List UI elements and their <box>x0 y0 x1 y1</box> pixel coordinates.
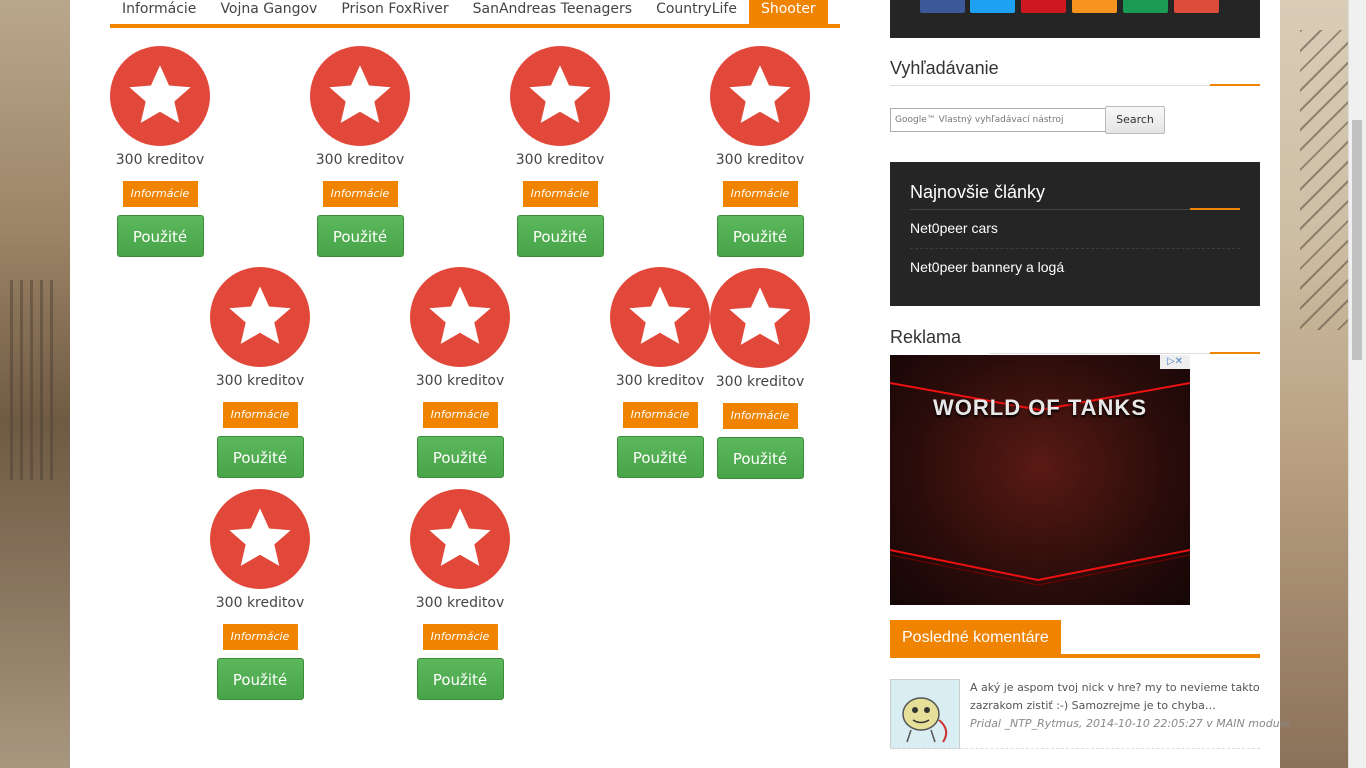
shop-item: 300 kreditov Informácie Použité <box>210 267 310 478</box>
comment-meta: Pridal _NTP_Rytmus, 2014-10-10 22:05:27 … <box>970 717 1290 730</box>
info-button[interactable]: Informácie <box>622 402 698 428</box>
use-button[interactable]: Použité <box>716 437 804 479</box>
game-tabs: Informácie Vojna Gangov Prison FoxRiver … <box>110 0 840 28</box>
tab-informacie[interactable]: Informácie <box>110 0 208 24</box>
page: Informácie Vojna Gangov Prison FoxRiver … <box>70 0 1290 768</box>
use-button[interactable]: Použité <box>116 215 204 257</box>
use-button[interactable]: Použité <box>216 658 304 700</box>
advertisement-banner[interactable]: WORLD OF TANKS ▷✕ <box>890 355 1190 605</box>
shop-item: 300 kreditov Informácie Použité <box>210 489 310 700</box>
star-icon <box>510 46 610 146</box>
background-left <box>0 0 70 768</box>
divider <box>890 748 1260 749</box>
avatar[interactable] <box>890 679 960 749</box>
info-button[interactable]: Informácie <box>522 181 598 207</box>
twitter-icon[interactable] <box>970 0 1015 13</box>
creature-icon <box>902 697 948 743</box>
shop-item: 300 kreditov Informácie Použité <box>510 46 610 257</box>
item-price: 300 kreditov <box>115 152 205 168</box>
divider-accent <box>1210 84 1260 86</box>
star-icon <box>210 489 310 589</box>
info-button[interactable]: Informácie <box>722 181 798 207</box>
item-price: 300 kreditov <box>715 374 805 390</box>
search-input[interactable]: Google™ Vlastný vyhľadávací nástroj <box>890 108 1106 132</box>
scrollbar-thumb[interactable] <box>1352 120 1362 360</box>
shop-item: 300 kreditov Informácie Použité <box>110 46 210 257</box>
info-button[interactable]: Informácie <box>422 402 498 428</box>
ad-close-icon[interactable]: ▷✕ <box>1160 355 1190 369</box>
tab-vojna-gangov[interactable]: Vojna Gangov <box>208 0 329 24</box>
star-icon <box>710 268 810 368</box>
social-bar <box>890 0 1260 38</box>
article-link[interactable]: Net0peer cars <box>910 220 998 236</box>
youtube-icon[interactable] <box>1021 0 1066 13</box>
use-button[interactable]: Použité <box>316 215 404 257</box>
item-price: 300 kreditov <box>415 595 505 611</box>
shop-item: 300 kreditov Informácie Použité <box>710 268 810 479</box>
shop-item: 300 kreditov Informácie Použité <box>610 267 710 478</box>
google-plus-icon[interactable] <box>1174 0 1219 13</box>
item-price: 300 kreditov <box>715 152 805 168</box>
item-price: 300 kreditov <box>315 152 405 168</box>
use-button[interactable]: Použité <box>416 658 504 700</box>
divider <box>910 248 1240 249</box>
share-icon[interactable] <box>1123 0 1168 13</box>
rss-icon[interactable] <box>1072 0 1117 13</box>
ad-logo-text: WORLD OF TANKS <box>932 395 1147 420</box>
page-scrollbar[interactable] <box>1348 0 1366 768</box>
info-button[interactable]: Informácie <box>722 403 798 429</box>
star-icon <box>710 46 810 146</box>
article-link[interactable]: Net0peer bannery a logá <box>910 259 1064 275</box>
info-button[interactable]: Informácie <box>222 624 298 650</box>
item-price: 300 kreditov <box>515 152 605 168</box>
shop-item: 300 kreditov Informácie Použité <box>310 46 410 257</box>
search-button[interactable]: Search <box>1105 106 1165 134</box>
item-price: 300 kreditov <box>415 373 505 389</box>
shop-item: 300 kreditov Informácie Použité <box>710 46 810 257</box>
latest-articles-panel: Najnovšie články Net0peer cars Net0peer … <box>890 162 1260 306</box>
use-button[interactable]: Použité <box>216 436 304 478</box>
star-icon <box>110 46 210 146</box>
tab-prison-foxriver[interactable]: Prison FoxRiver <box>329 0 460 24</box>
item-price: 300 kreditov <box>215 595 305 611</box>
comment-text: A aký je aspom tvoj nick v hre? my to ne… <box>970 681 1260 712</box>
star-icon <box>410 489 510 589</box>
divider-accent <box>1210 352 1260 354</box>
divider-accent <box>1190 208 1240 210</box>
info-button[interactable]: Informácie <box>322 181 398 207</box>
ad-heading: Reklama <box>890 327 962 347</box>
latest-articles-heading: Najnovšie články <box>910 182 1046 202</box>
star-icon <box>210 267 310 367</box>
info-button[interactable]: Informácie <box>122 181 198 207</box>
use-button[interactable]: Použité <box>416 436 504 478</box>
star-icon <box>610 267 710 367</box>
ad-graphic <box>890 382 1190 586</box>
divider <box>890 85 1260 86</box>
info-button[interactable]: Informácie <box>222 402 298 428</box>
search-heading: Vyhľadávanie <box>890 58 999 78</box>
divider-accent <box>890 654 1260 658</box>
info-button[interactable]: Informácie <box>422 624 498 650</box>
shop-item: 300 kreditov Informácie Použité <box>410 267 510 478</box>
tab-shooter[interactable]: Shooter <box>748 0 828 24</box>
shop-item: 300 kreditov Informácie Použité <box>410 489 510 700</box>
star-icon <box>310 46 410 146</box>
comments-heading: Posledné komentáre <box>890 620 1061 656</box>
item-price: 300 kreditov <box>215 373 305 389</box>
item-price: 300 kreditov <box>615 373 705 389</box>
facebook-icon[interactable] <box>920 0 965 13</box>
use-button[interactable]: Použité <box>716 215 804 257</box>
use-button[interactable]: Použité <box>616 436 704 478</box>
use-button[interactable]: Použité <box>516 215 604 257</box>
tab-countrylife[interactable]: CountryLife <box>644 0 749 24</box>
star-icon <box>410 267 510 367</box>
tab-sanandreas-teenagers[interactable]: SanAndreas Teenagers <box>461 0 644 24</box>
